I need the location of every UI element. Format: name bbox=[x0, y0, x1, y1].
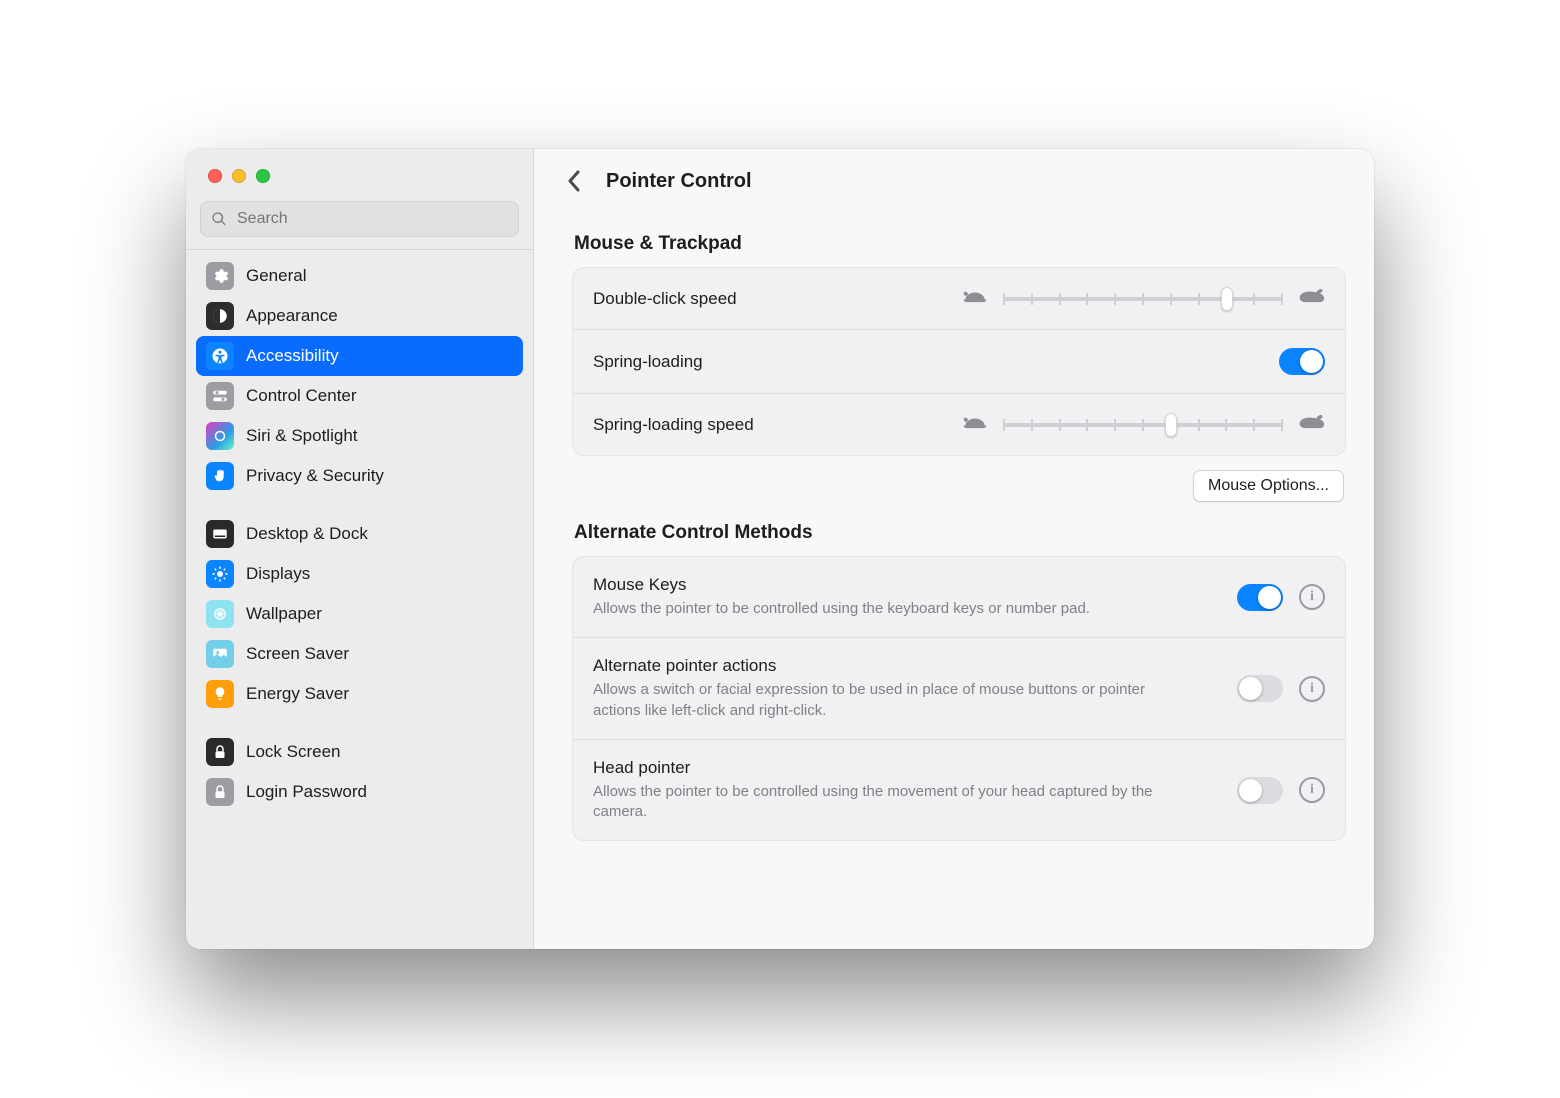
head-pointer-toggle[interactable] bbox=[1237, 777, 1283, 804]
card-alternate-methods: Mouse Keys Allows the pointer to be cont… bbox=[572, 556, 1346, 841]
sidebar-item-accessibility[interactable]: Accessibility bbox=[196, 336, 523, 376]
row-label: Double-click speed bbox=[593, 289, 737, 309]
spring-loading-speed-slider[interactable] bbox=[1003, 413, 1283, 437]
dock-icon bbox=[206, 520, 234, 548]
sidebar-item-appearance[interactable]: Appearance bbox=[196, 296, 523, 336]
row-double-click-speed: Double-click speed bbox=[573, 268, 1345, 329]
row-head-pointer: Head pointer Allows the pointer to be co… bbox=[573, 739, 1345, 841]
settings-window: General Appearance Accessibility Control… bbox=[186, 149, 1374, 949]
sidebar-item-general[interactable]: General bbox=[196, 256, 523, 296]
sidebar-item-login-password[interactable]: Login Password bbox=[196, 772, 523, 812]
content-scroll[interactable]: Mouse & Trackpad Double-click speed bbox=[534, 205, 1374, 869]
back-button[interactable] bbox=[560, 167, 588, 195]
sidebar-item-label: Privacy & Security bbox=[246, 466, 384, 486]
row-desc: Allows the pointer to be controlled usin… bbox=[593, 599, 1173, 619]
appearance-icon bbox=[206, 302, 234, 330]
alternate-pointer-actions-toggle[interactable] bbox=[1237, 675, 1283, 702]
header: Pointer Control bbox=[534, 149, 1374, 205]
info-button[interactable]: i bbox=[1299, 584, 1325, 610]
sidebar-item-label: Accessibility bbox=[246, 346, 339, 366]
section-title-mouse-trackpad: Mouse & Trackpad bbox=[574, 233, 1346, 255]
row-label: Spring-loading speed bbox=[593, 415, 754, 435]
row-title: Head pointer bbox=[593, 758, 1221, 778]
info-button[interactable]: i bbox=[1299, 676, 1325, 702]
chevron-left-icon bbox=[567, 170, 581, 192]
row-label: Spring-loading bbox=[593, 352, 703, 372]
sidebar-item-control-center[interactable]: Control Center bbox=[196, 376, 523, 416]
accessibility-icon bbox=[206, 342, 234, 370]
sidebar: General Appearance Accessibility Control… bbox=[186, 149, 534, 949]
hand-icon bbox=[206, 462, 234, 490]
sidebar-item-lock-screen[interactable]: Lock Screen bbox=[196, 732, 523, 772]
search-wrap bbox=[186, 189, 533, 250]
sidebar-item-label: Siri & Spotlight bbox=[246, 426, 358, 446]
rabbit-icon bbox=[1297, 412, 1325, 437]
close-window-button[interactable] bbox=[208, 169, 222, 183]
mouse-keys-toggle[interactable] bbox=[1237, 584, 1283, 611]
sidebar-item-label: Displays bbox=[246, 564, 310, 584]
double-click-speed-slider[interactable] bbox=[1003, 287, 1283, 311]
row-mouse-keys: Mouse Keys Allows the pointer to be cont… bbox=[573, 557, 1345, 637]
mouse-options-button[interactable]: Mouse Options... bbox=[1193, 470, 1344, 502]
wallpaper-icon bbox=[206, 600, 234, 628]
sidebar-item-displays[interactable]: Displays bbox=[196, 554, 523, 594]
content: Pointer Control Mouse & Trackpad Double-… bbox=[534, 149, 1374, 949]
row-desc: Allows a switch or facial expression to … bbox=[593, 680, 1173, 721]
section-title-alternate: Alternate Control Methods bbox=[574, 522, 1346, 544]
info-button[interactable]: i bbox=[1299, 777, 1325, 803]
minimize-window-button[interactable] bbox=[232, 169, 246, 183]
sidebar-item-desktop-dock[interactable]: Desktop & Dock bbox=[196, 514, 523, 554]
lock-icon bbox=[206, 738, 234, 766]
sidebar-item-label: Lock Screen bbox=[246, 742, 341, 762]
bulb-icon bbox=[206, 680, 234, 708]
screen-saver-icon bbox=[206, 640, 234, 668]
sidebar-item-label: Wallpaper bbox=[246, 604, 322, 624]
sidebar-item-siri-spotlight[interactable]: Siri & Spotlight bbox=[196, 416, 523, 456]
sidebar-item-label: Desktop & Dock bbox=[246, 524, 368, 544]
turtle-icon bbox=[961, 412, 989, 437]
window-controls bbox=[186, 149, 533, 189]
password-lock-icon bbox=[206, 778, 234, 806]
after-card-actions: Mouse Options... bbox=[572, 456, 1346, 502]
siri-icon bbox=[206, 422, 234, 450]
page-title: Pointer Control bbox=[606, 170, 752, 193]
card-mouse-trackpad: Double-click speed bbox=[572, 267, 1346, 456]
sidebar-item-label: Screen Saver bbox=[246, 644, 349, 664]
row-spring-loading: Spring-loading bbox=[573, 329, 1345, 393]
spring-loading-toggle[interactable] bbox=[1279, 348, 1325, 375]
row-title: Mouse Keys bbox=[593, 575, 1221, 595]
control-center-icon bbox=[206, 382, 234, 410]
double-click-speed-slider-group bbox=[961, 286, 1325, 311]
row-alternate-pointer-actions: Alternate pointer actions Allows a switc… bbox=[573, 637, 1345, 739]
search-icon bbox=[211, 211, 227, 227]
row-title: Alternate pointer actions bbox=[593, 656, 1221, 676]
sidebar-item-label: General bbox=[246, 266, 306, 286]
sidebar-item-label: Appearance bbox=[246, 306, 338, 326]
sidebar-item-label: Login Password bbox=[246, 782, 367, 802]
sidebar-item-label: Energy Saver bbox=[246, 684, 349, 704]
sidebar-item-privacy-security[interactable]: Privacy & Security bbox=[196, 456, 523, 496]
slider-ticks bbox=[1003, 293, 1283, 305]
slider-ticks bbox=[1003, 419, 1283, 431]
sidebar-item-energy-saver[interactable]: Energy Saver bbox=[196, 674, 523, 714]
slider-knob[interactable] bbox=[1165, 413, 1177, 437]
turtle-icon bbox=[961, 286, 989, 311]
slider-knob[interactable] bbox=[1221, 287, 1233, 311]
search-field[interactable] bbox=[200, 201, 519, 237]
sidebar-item-wallpaper[interactable]: Wallpaper bbox=[196, 594, 523, 634]
fullscreen-window-button[interactable] bbox=[256, 169, 270, 183]
brightness-icon bbox=[206, 560, 234, 588]
sidebar-item-screen-saver[interactable]: Screen Saver bbox=[196, 634, 523, 674]
sidebar-list: General Appearance Accessibility Control… bbox=[186, 250, 533, 822]
sidebar-item-label: Control Center bbox=[246, 386, 357, 406]
row-spring-loading-speed: Spring-loading speed bbox=[573, 393, 1345, 455]
search-input[interactable] bbox=[235, 209, 508, 229]
spring-loading-speed-slider-group bbox=[961, 412, 1325, 437]
gear-icon bbox=[206, 262, 234, 290]
rabbit-icon bbox=[1297, 286, 1325, 311]
row-desc: Allows the pointer to be controlled usin… bbox=[593, 782, 1173, 823]
